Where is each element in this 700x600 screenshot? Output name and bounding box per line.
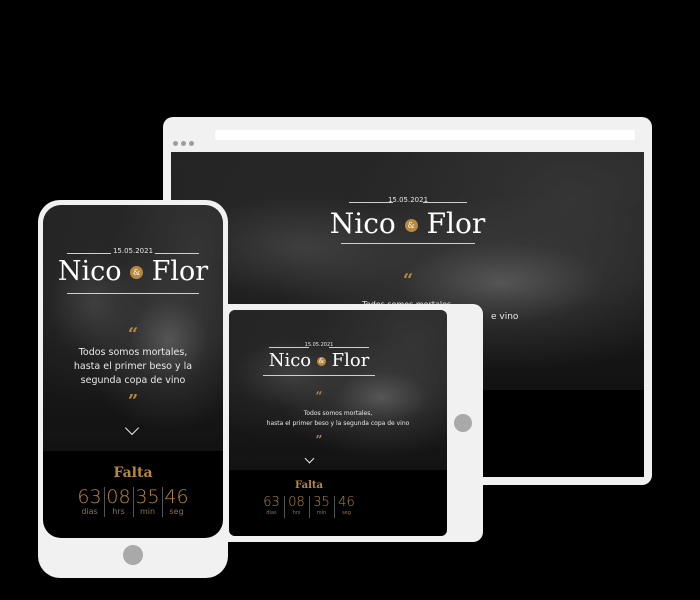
quote-line-2: hasta el primer beso y la (73, 361, 193, 372)
open-quote-icon: “ (402, 270, 414, 291)
tablet-mockup: 15.05.2021 Nico & Flor “ Todos somos mor… (215, 304, 483, 542)
countdown: 63 dias 08 hrs 35 min 46 seg (73, 487, 193, 517)
quote-line-1: Todos somos mortales, (303, 410, 373, 417)
countdown: 63 dias 08 hrs 35 min 46 seg (256, 496, 362, 518)
wedding-date: 15.05.2021 (304, 342, 334, 348)
countdown-section: Falta 63 dias 08 hrs 35 min 46 seg (229, 470, 447, 536)
close-quote-icon: ” (127, 391, 139, 412)
close-quote-icon: ” (315, 433, 323, 447)
couple-names: Nico & Flor (268, 350, 370, 371)
hero-photo: 15.05.2021 Nico & Flor “ Todos somos mor… (43, 205, 223, 451)
countdown-hours: 08 hrs (106, 486, 131, 516)
countdown-minutes: 35 min (313, 495, 330, 517)
countdown-seconds: 46 seg (338, 495, 355, 517)
countdown-title: Falta (295, 480, 323, 491)
browser-dots-icon (173, 133, 197, 151)
quote-line-1: Todos somos mortales, (78, 347, 188, 358)
countdown-days: 63 dias (77, 486, 102, 516)
open-quote-icon: “ (127, 324, 139, 345)
countdown-hours: 08 hrs (288, 495, 305, 517)
open-quote-icon: “ (315, 389, 323, 403)
couple-names: Nico & Flor (329, 207, 486, 240)
quote-line-3: segunda copa de vino (80, 375, 186, 386)
countdown-section: Falta 63 dias 08 hrs 35 min 46 seg (43, 451, 223, 538)
countdown-seconds: 46 seg (164, 486, 189, 516)
home-button-icon[interactable] (123, 545, 143, 565)
countdown-days: 63 dias (263, 495, 280, 517)
phone-mockup: 15.05.2021 Nico & Flor “ Todos somos mor… (38, 200, 228, 578)
countdown-title: Falta (113, 465, 153, 481)
wedding-date: 15.05.2021 (387, 196, 429, 204)
hero-photo: 15.05.2021 Nico & Flor “ Todos somos mor… (229, 310, 447, 470)
countdown-minutes: 35 min (135, 486, 160, 516)
wedding-date: 15.05.2021 (112, 247, 154, 255)
home-button-icon[interactable] (454, 414, 472, 432)
couple-names: Nico & Flor (57, 256, 209, 287)
quote-text-tail: e vino (491, 312, 519, 322)
address-bar[interactable] (215, 130, 635, 140)
quote-line-2: hasta el primer beso y la segunda copa d… (266, 420, 410, 427)
